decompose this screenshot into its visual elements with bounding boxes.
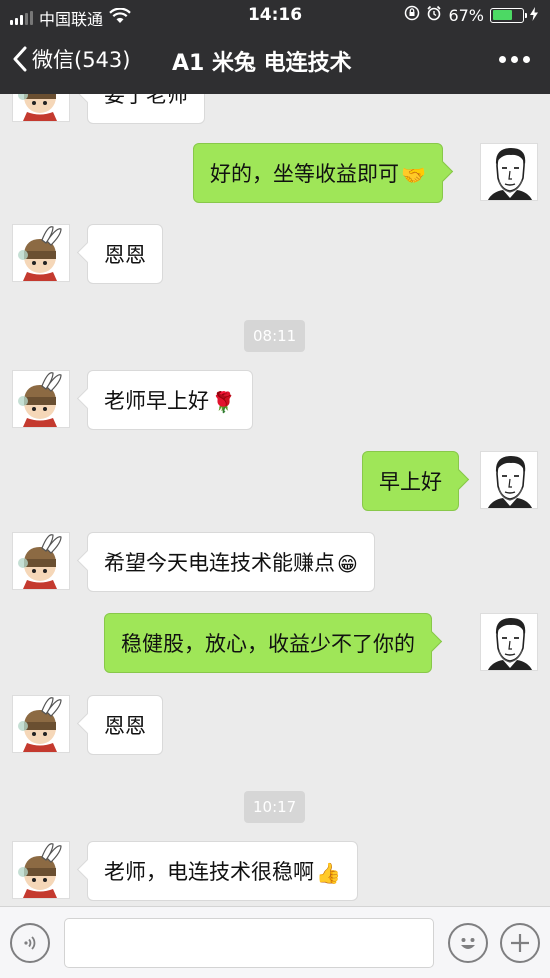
input-bar xyxy=(0,906,550,978)
message-bubble-received[interactable]: 恩恩 xyxy=(87,695,163,755)
message-bubble-received[interactable]: 要了老师 xyxy=(87,94,205,124)
chat-title: A1 米兔 电连技术 xyxy=(172,51,352,76)
back-label: 微信(543) xyxy=(32,48,131,72)
my-avatar[interactable] xyxy=(480,143,538,201)
handshake-icon: 🤝 xyxy=(401,163,426,187)
message-text: 恩恩 xyxy=(104,243,146,267)
message-bubble-received[interactable]: 希望今天电连技术能赚点 😁 xyxy=(87,532,375,592)
nav-bar: 微信(543) A1 米兔 电连技术 xyxy=(0,30,550,94)
message-text: 恩恩 xyxy=(104,714,146,738)
message-bubble-received[interactable]: 老师，电连技术很稳啊 👍 xyxy=(87,841,358,901)
battery-percent: 67% xyxy=(448,5,484,25)
alarm-icon xyxy=(426,5,442,25)
chevron-left-icon xyxy=(13,46,27,72)
message-bubble-sent[interactable]: 早上好 xyxy=(362,451,459,511)
back-button[interactable]: 微信(543) xyxy=(12,44,130,74)
battery-icon xyxy=(490,7,527,23)
rotation-lock-icon xyxy=(404,5,420,25)
status-right: 67% xyxy=(404,5,538,25)
message-text: 老师，电连技术很稳啊 xyxy=(104,860,314,884)
message-text: 要了老师 xyxy=(104,94,188,107)
chat-area[interactable]: 要了老师 好的，坐等收益即可 🤝 恩恩 08:11 老师早上好 🌹 早上好 希望今天… xyxy=(0,94,550,906)
contact-avatar[interactable] xyxy=(12,370,70,428)
more-icon[interactable] xyxy=(499,56,530,63)
thumbs-up-icon: 👍 xyxy=(316,861,341,885)
charging-icon xyxy=(530,6,538,25)
message-text: 稳健股，放心，收益少不了你的 xyxy=(121,632,415,656)
my-avatar[interactable] xyxy=(480,613,538,671)
voice-icon[interactable] xyxy=(10,923,50,963)
message-text: 希望今天电连技术能赚点 xyxy=(104,551,335,575)
contact-avatar[interactable] xyxy=(12,695,70,753)
contact-avatar[interactable] xyxy=(12,532,70,590)
message-text: 早上好 xyxy=(379,470,442,494)
message-bubble-sent[interactable]: 好的，坐等收益即可 🤝 xyxy=(193,143,443,203)
plus-icon[interactable] xyxy=(500,923,540,963)
contact-avatar[interactable] xyxy=(12,841,70,899)
my-avatar[interactable] xyxy=(480,451,538,509)
timestamp-badge: 08:11 xyxy=(244,320,306,352)
grin-emoji-icon: 😁 xyxy=(337,552,358,576)
message-bubble-received[interactable]: 恩恩 xyxy=(87,224,163,284)
message-text: 老师早上好 xyxy=(104,389,209,413)
message-bubble-sent[interactable]: 稳健股，放心，收益少不了你的 xyxy=(104,613,432,673)
message-bubble-received[interactable]: 老师早上好 🌹 xyxy=(87,370,253,430)
contact-avatar[interactable] xyxy=(12,94,70,122)
status-bar: 中国联通 14:16 67% xyxy=(0,0,550,30)
message-input[interactable] xyxy=(64,918,434,968)
timestamp-badge: 10:17 xyxy=(244,791,306,823)
message-text: 好的，坐等收益即可 xyxy=(210,162,399,186)
rose-icon: 🌹 xyxy=(211,390,236,414)
contact-avatar[interactable] xyxy=(12,224,70,282)
emoji-icon[interactable] xyxy=(448,923,488,963)
